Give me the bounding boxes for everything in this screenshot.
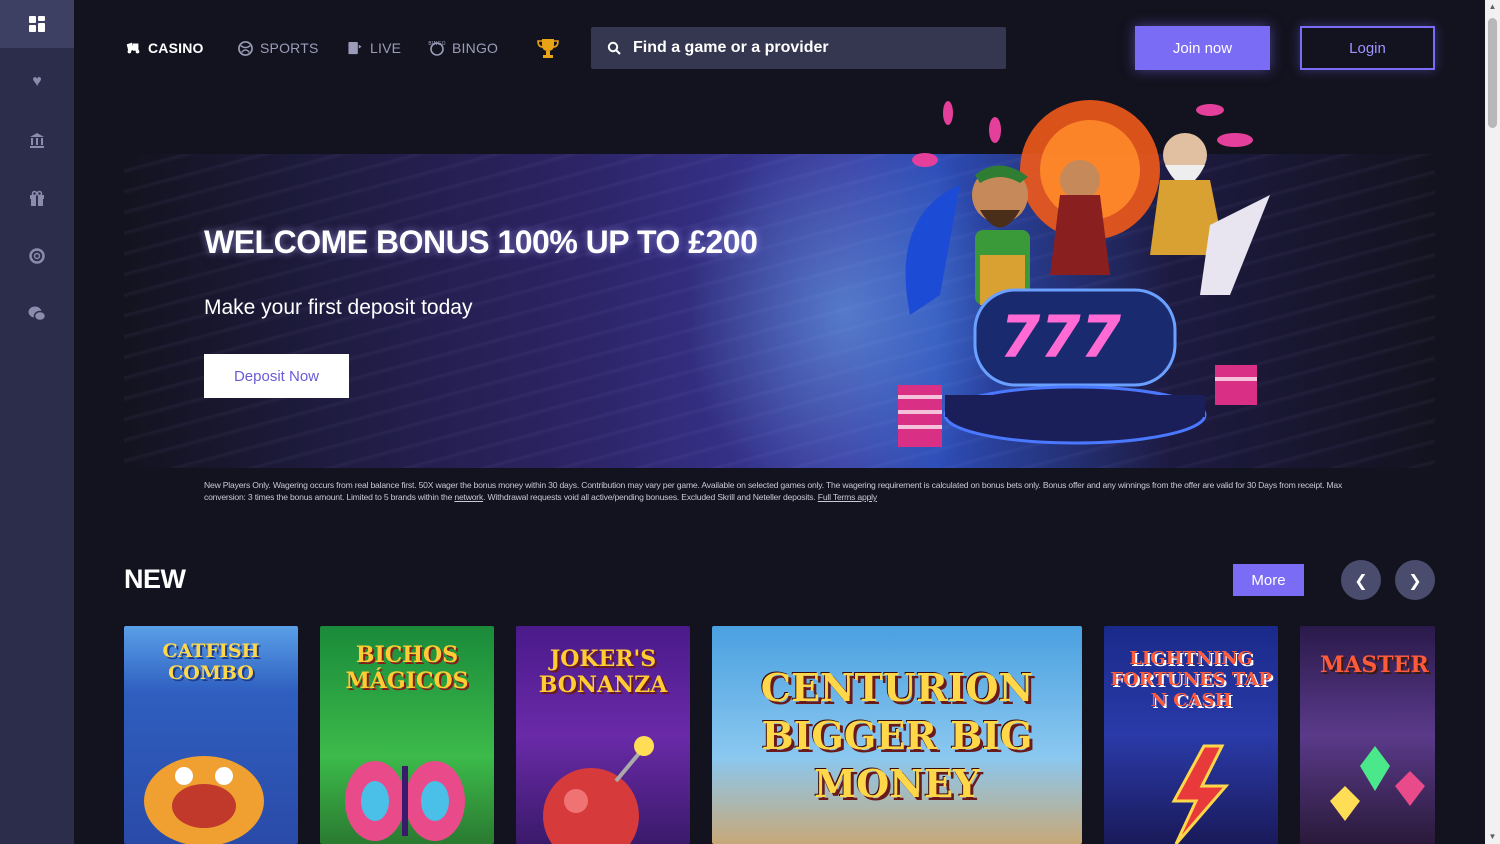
catfish-art-icon <box>144 756 264 844</box>
game-tile-lightning-fortunes[interactable]: LIGHTNING FORTUNES TAP N CASH <box>1104 626 1278 844</box>
terms-text: New Players Only. Wagering occurs from r… <box>204 480 1343 502</box>
bank-icon <box>30 133 44 148</box>
sidebar-item-promotions[interactable] <box>0 174 74 222</box>
gems-art-icon <box>1330 746 1425 821</box>
sidebar-item-dashboard[interactable] <box>0 0 74 48</box>
join-now-button[interactable]: Join now <box>1135 26 1270 70</box>
scroll-up-icon[interactable]: ▲ <box>1485 0 1500 14</box>
nav-live[interactable]: LIVE <box>346 36 401 60</box>
hero-slot-characters-image: 777 <box>898 100 1270 447</box>
scroll-down-icon[interactable]: ▼ <box>1485 830 1500 844</box>
network-link[interactable]: network <box>454 492 483 502</box>
butterfly-art-icon <box>345 761 465 841</box>
hero-title: WELCOME BONUS 100% UP TO £200 <box>204 224 758 260</box>
chat-icon <box>28 306 46 322</box>
carousel-next-button[interactable]: ❯ <box>1395 560 1435 600</box>
scroll-thumb[interactable] <box>1488 18 1497 128</box>
game-tile-catfish-combo[interactable]: CATFISH COMBO <box>124 626 298 844</box>
chevron-right-icon: ❯ <box>1408 570 1422 590</box>
gift-icon <box>30 190 44 206</box>
heart-icon: ♥ <box>32 73 42 90</box>
dashboard-icon <box>29 16 45 32</box>
sidebar: ♥ <box>0 0 74 844</box>
chevron-left-icon: ❮ <box>1354 570 1368 590</box>
svg-text:777: 777 <box>1000 303 1122 371</box>
more-button[interactable]: More <box>1233 564 1304 596</box>
carousel-prev-button[interactable]: ❮ <box>1341 560 1381 600</box>
nav-casino[interactable]: CASINO <box>124 36 204 60</box>
full-terms-link[interactable]: Full Terms apply <box>818 492 877 502</box>
live-cards-icon <box>346 39 364 57</box>
nav-live-label: LIVE <box>370 40 402 56</box>
deposit-now-button[interactable]: Deposit Now <box>204 354 349 398</box>
search-input[interactable] <box>633 39 973 57</box>
sidebar-item-chat[interactable] <box>0 290 74 338</box>
nav-casino-label: CASINO <box>148 40 204 56</box>
hero-subtitle: Make your first deposit today <box>204 296 473 319</box>
game-tile-bichos-magicos[interactable]: BICHOS MÁGICOS <box>320 626 494 844</box>
cards-icon <box>124 39 142 57</box>
nav-tournaments[interactable] <box>537 36 559 60</box>
ball-icon <box>236 39 254 57</box>
game-tile-jokers-bonanza[interactable]: JOKER'S BONANZA <box>516 626 690 844</box>
svg-text:BINGO: BINGO <box>428 41 445 47</box>
bingo-icon: BINGO <box>428 39 446 57</box>
sidebar-item-support[interactable] <box>0 232 74 280</box>
nav-sports[interactable]: SPORTS <box>236 36 319 60</box>
game-tile-master-gems[interactable]: MASTER GEMS <box>1300 626 1435 844</box>
login-button[interactable]: Login <box>1300 26 1435 70</box>
sidebar-item-banking[interactable] <box>0 116 74 164</box>
bomb-art-icon <box>543 736 654 844</box>
search-box[interactable] <box>591 27 1006 69</box>
nav-bingo[interactable]: BINGO BINGO <box>428 36 498 60</box>
lifebuoy-icon <box>29 248 45 264</box>
game-tile-centurion-bigger-big-money[interactable]: CENTURION BIGGER BIG MONEY <box>712 626 1082 844</box>
nav-sports-label: SPORTS <box>260 40 319 56</box>
section-title-new: NEW <box>124 564 186 594</box>
search-icon <box>607 41 621 55</box>
page-scrollbar[interactable]: ▲ ▼ <box>1485 0 1500 844</box>
nav-bingo-label: BINGO <box>452 40 499 56</box>
game-title: CENTURION BIGGER BIG MONEY <box>760 665 1034 806</box>
trophy-icon <box>537 39 559 58</box>
sidebar-item-favourites[interactable]: ♥ <box>0 58 74 106</box>
lightning-art-icon <box>1171 744 1230 844</box>
